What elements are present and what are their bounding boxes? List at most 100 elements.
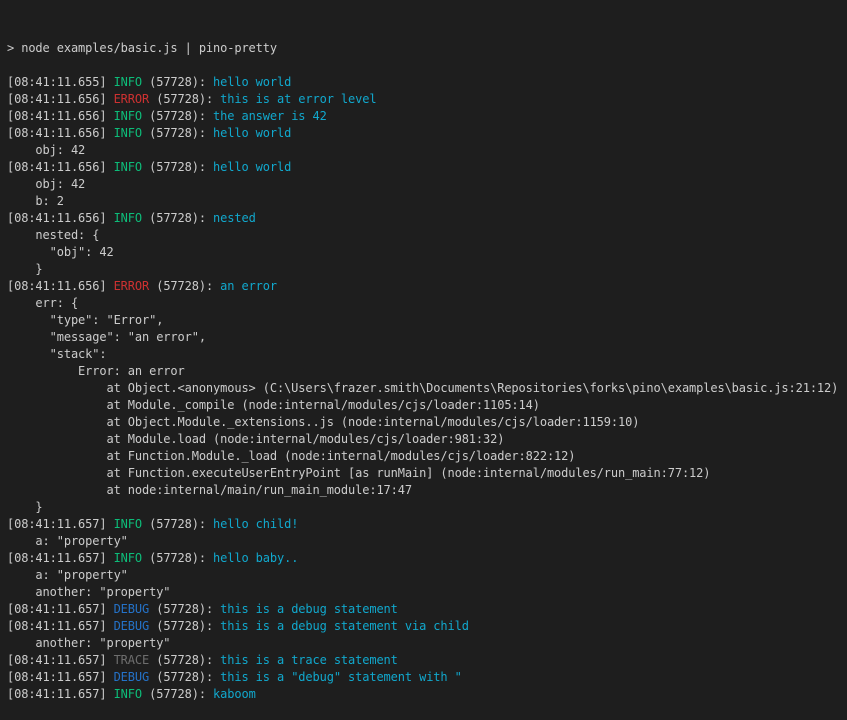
log-timestamp: [08:41:11.656]	[7, 109, 114, 123]
log-detail: "type": "Error",	[7, 313, 163, 327]
log-level: INFO	[114, 687, 142, 701]
log-level: INFO	[114, 517, 142, 531]
log-message: the answer is 42	[213, 109, 327, 123]
log-detail: }	[7, 500, 43, 514]
log-line: [08:41:11.657] INFO (57728): hello baby.…	[7, 550, 847, 567]
log-pid: (57728):	[149, 92, 220, 106]
log-detail-line: at Object.<anonymous> (C:\Users\frazer.s…	[7, 380, 847, 397]
log-level: INFO	[114, 109, 142, 123]
log-detail: Error: an error	[7, 364, 185, 378]
log-pid: (57728):	[142, 160, 213, 174]
log-level: ERROR	[114, 279, 150, 293]
log-detail-line: obj: 42	[7, 176, 847, 193]
log-timestamp: [08:41:11.657]	[7, 602, 114, 616]
log-detail-line: }	[7, 261, 847, 278]
log-timestamp: [08:41:11.657]	[7, 653, 114, 667]
command-line: > node examples/basic.js | pino-pretty	[7, 40, 847, 57]
log-level: INFO	[114, 211, 142, 225]
log-detail: }	[7, 262, 43, 276]
log-message: hello baby..	[213, 551, 298, 565]
log-detail-line: a: "property"	[7, 567, 847, 584]
log-detail-line: at Function.Module._load (node:internal/…	[7, 448, 847, 465]
log-pid: (57728):	[142, 211, 213, 225]
log-detail-line: another: "property"	[7, 584, 847, 601]
log-timestamp: [08:41:11.656]	[7, 279, 114, 293]
log-detail: another: "property"	[7, 585, 170, 599]
log-message: this is a "debug" statement with "	[220, 670, 462, 684]
log-detail: at Object.<anonymous> (C:\Users\frazer.s…	[7, 381, 838, 395]
log-detail: nested: {	[7, 228, 99, 242]
log-detail-line: "obj": 42	[7, 244, 847, 261]
log-pid: (57728):	[149, 670, 220, 684]
log-detail: err: {	[7, 296, 78, 310]
log-message: hello world	[213, 126, 291, 140]
log-level: TRACE	[114, 653, 150, 667]
log-level: DEBUG	[114, 670, 150, 684]
log-message: hello child!	[213, 517, 298, 531]
blank-line	[7, 57, 847, 74]
log-detail: at Object.Module._extensions..js (node:i…	[7, 415, 639, 429]
log-detail-line: obj: 42	[7, 142, 847, 159]
log-pid: (57728):	[142, 517, 213, 531]
log-line: [08:41:11.657] DEBUG (57728): this is a …	[7, 618, 847, 635]
log-detail: at Function.Module._load (node:internal/…	[7, 449, 575, 463]
log-timestamp: [08:41:11.657]	[7, 619, 114, 633]
log-detail: a: "property"	[7, 534, 128, 548]
log-line: [08:41:11.656] INFO (57728): the answer …	[7, 108, 847, 125]
log-detail: obj: 42	[7, 143, 85, 157]
log-detail-line: "type": "Error",	[7, 312, 847, 329]
log-pid: (57728):	[142, 551, 213, 565]
log-pid: (57728):	[149, 279, 220, 293]
log-message: kaboom	[213, 687, 256, 701]
log-detail: at node:internal/main/run_main_module:17…	[7, 483, 412, 497]
log-line: [08:41:11.656] INFO (57728): hello world	[7, 159, 847, 176]
log-timestamp: [08:41:11.657]	[7, 551, 114, 565]
log-detail-line: err: {	[7, 295, 847, 312]
log-line: [08:41:11.657] INFO (57728): hello child…	[7, 516, 847, 533]
log-line: [08:41:11.657] DEBUG (57728): this is a …	[7, 601, 847, 618]
log-message: this is a debug statement	[220, 602, 398, 616]
terminal-output: > node examples/basic.js | pino-pretty [0…	[7, 40, 847, 703]
log-timestamp: [08:41:11.656]	[7, 92, 114, 106]
log-timestamp: [08:41:11.656]	[7, 211, 114, 225]
log-message: nested	[213, 211, 256, 225]
log-line: [08:41:11.655] INFO (57728): hello world	[7, 74, 847, 91]
terminal-window[interactable]: > node examples/basic.js | pino-pretty [0…	[0, 0, 847, 669]
log-pid: (57728):	[142, 75, 213, 89]
log-message: hello world	[213, 160, 291, 174]
log-detail-line: "stack":	[7, 346, 847, 363]
log-detail-line: b: 2	[7, 193, 847, 210]
log-detail-line: at Module.load (node:internal/modules/cj…	[7, 431, 847, 448]
log-line: [08:41:11.656] ERROR (57728): this is at…	[7, 91, 847, 108]
log-message: this is a debug statement via child	[220, 619, 469, 633]
log-level: INFO	[114, 126, 142, 140]
log-level: INFO	[114, 551, 142, 565]
log-timestamp: [08:41:11.657]	[7, 517, 114, 531]
log-timestamp: [08:41:11.655]	[7, 75, 114, 89]
log-level: INFO	[114, 75, 142, 89]
log-line: [08:41:11.657] INFO (57728): kaboom	[7, 686, 847, 703]
log-detail-line: at Function.executeUserEntryPoint [as ru…	[7, 465, 847, 482]
log-detail: "stack":	[7, 347, 106, 361]
log-detail: "message": "an error",	[7, 330, 206, 344]
log-detail-line: Error: an error	[7, 363, 847, 380]
log-detail: at Function.executeUserEntryPoint [as ru…	[7, 466, 710, 480]
log-detail: b: 2	[7, 194, 64, 208]
log-timestamp: [08:41:11.656]	[7, 160, 114, 174]
log-message: hello world	[213, 75, 291, 89]
log-detail: obj: 42	[7, 177, 85, 191]
log-message: this is at error level	[220, 92, 376, 106]
log-pid: (57728):	[149, 653, 220, 667]
log-detail: another: "property"	[7, 636, 170, 650]
log-detail-line: at node:internal/main/run_main_module:17…	[7, 482, 847, 499]
log-detail-line: nested: {	[7, 227, 847, 244]
log-level: DEBUG	[114, 619, 150, 633]
log-detail-line: another: "property"	[7, 635, 847, 652]
log-detail-line: at Object.Module._extensions..js (node:i…	[7, 414, 847, 431]
log-line: [08:41:11.656] INFO (57728): nested	[7, 210, 847, 227]
log-pid: (57728):	[149, 602, 220, 616]
log-timestamp: [08:41:11.657]	[7, 687, 114, 701]
log-detail-line: }	[7, 499, 847, 516]
log-message: an error	[220, 279, 277, 293]
log-pid: (57728):	[142, 109, 213, 123]
